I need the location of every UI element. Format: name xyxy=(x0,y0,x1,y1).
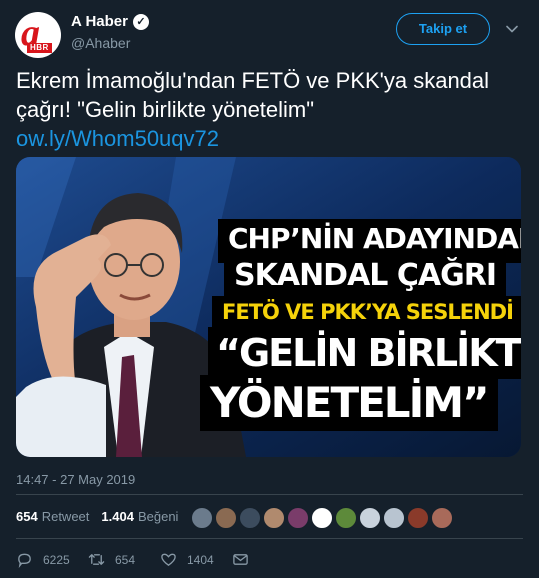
liker-avatar[interactable] xyxy=(383,507,405,529)
tweet-actions: 6225 654 1404 xyxy=(16,551,304,568)
tweet-timestamp[interactable]: 14:47 - 27 May 2019 xyxy=(16,472,135,487)
liker-avatars xyxy=(191,507,453,529)
headline-line-4: “GELİN BİRLİKTE xyxy=(208,327,521,379)
retweet-action[interactable]: 654 xyxy=(88,551,160,568)
headline-line-2: SKANDAL ÇAĞRI xyxy=(224,255,506,299)
liker-avatar[interactable] xyxy=(335,507,357,529)
account-avatar[interactable]: a HBR xyxy=(15,12,61,58)
headline-line-3: FETÖ VE PKK’YA SESLENDİ xyxy=(212,296,521,329)
like-count: 1404 xyxy=(187,552,214,567)
like-stat-label: Beğeni xyxy=(137,509,179,524)
liker-avatar[interactable] xyxy=(359,507,381,529)
liker-avatar[interactable] xyxy=(287,507,309,529)
headline-line-5: YÖNETELİM” xyxy=(200,375,498,431)
divider xyxy=(16,538,523,539)
follow-button[interactable]: Takip et xyxy=(396,13,490,45)
reply-action[interactable]: 6225 xyxy=(16,551,88,568)
like-stat-count: 1.404 xyxy=(101,509,134,524)
tweet-media-image[interactable]: CHP’NİN ADAYINDAN SKANDAL ÇAĞRI FETÖ VE … xyxy=(16,157,521,457)
dm-action[interactable] xyxy=(232,551,304,568)
envelope-icon xyxy=(233,554,248,565)
liker-avatar[interactable] xyxy=(239,507,261,529)
divider xyxy=(16,494,523,495)
reply-count: 6225 xyxy=(43,552,70,567)
retweet-stat[interactable]: 654 Retweet xyxy=(16,509,89,524)
retweet-stat-count: 654 xyxy=(16,509,38,524)
liker-avatar[interactable] xyxy=(263,507,285,529)
tweet-text: Ekrem İmamoğlu'ndan FETÖ ve PKK'ya skand… xyxy=(16,66,521,153)
retweet-stat-label: Retweet xyxy=(41,509,90,524)
liker-avatar[interactable] xyxy=(191,507,213,529)
retweet-count: 654 xyxy=(115,552,136,567)
liker-avatar[interactable] xyxy=(215,507,237,529)
heart-icon xyxy=(161,553,176,566)
retweet-icon xyxy=(88,554,105,565)
like-stat[interactable]: 1.404 Beğeni xyxy=(101,509,178,524)
like-action[interactable]: 1404 xyxy=(160,551,232,568)
reply-icon xyxy=(18,553,31,568)
tweet-stats: 654 Retweet 1.404 Beğeni xyxy=(16,509,178,524)
liker-avatar[interactable] xyxy=(311,507,333,529)
account-handle[interactable]: @Ahaber xyxy=(71,35,130,51)
verified-badge-icon: ✓ xyxy=(132,13,149,30)
chevron-down-icon[interactable] xyxy=(505,22,519,36)
account-name-text[interactable]: A Haber xyxy=(71,13,128,30)
liker-avatar[interactable] xyxy=(431,507,453,529)
tweet-body: Ekrem İmamoğlu'ndan FETÖ ve PKK'ya skand… xyxy=(16,68,490,122)
account-name[interactable]: A Haber ✓ xyxy=(71,13,149,30)
liker-avatar[interactable] xyxy=(407,507,429,529)
avatar-logo-badge: HBR xyxy=(27,43,52,53)
tweet-link[interactable]: ow.ly/Whom50uqv72 xyxy=(16,124,521,153)
